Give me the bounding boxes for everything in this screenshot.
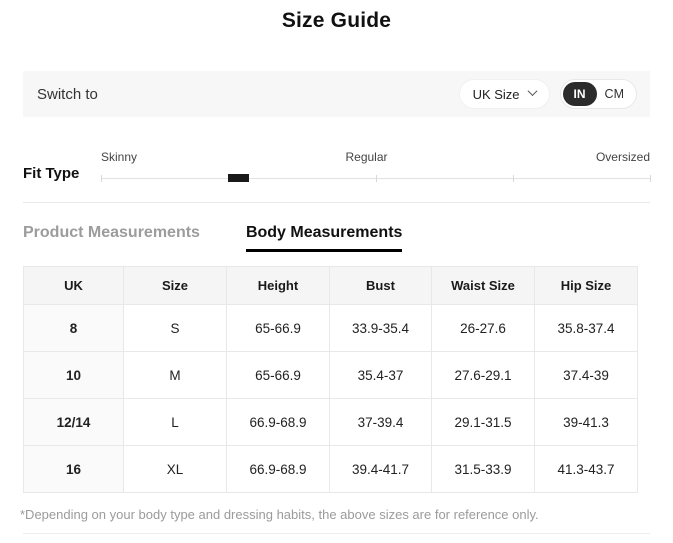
cell-bust: 33.9-35.4 bbox=[329, 304, 432, 352]
cell-size: M bbox=[123, 351, 227, 399]
slider-handle[interactable] bbox=[228, 174, 250, 182]
size-standard-value: UK Size bbox=[472, 86, 520, 102]
size-standard-dropdown[interactable]: UK Size bbox=[458, 79, 550, 109]
slider-tick bbox=[650, 175, 651, 182]
fit-option-regular[interactable]: Regular bbox=[345, 150, 387, 164]
switch-to-label: Switch to bbox=[37, 85, 98, 103]
cell-uk: 10 bbox=[23, 351, 124, 399]
cell-height: 65-66.9 bbox=[226, 351, 330, 399]
cell-waist: 29.1-31.5 bbox=[431, 398, 535, 446]
cell-size: L bbox=[123, 398, 227, 446]
measurement-tabs: Product Measurements Body Measurements bbox=[23, 224, 673, 252]
fit-type-section: Fit Type Skinny Regular Oversized bbox=[23, 150, 651, 183]
cell-hip: 41.3-43.7 bbox=[534, 445, 638, 493]
page-title: Size Guide bbox=[281, 9, 392, 32]
fit-option-oversized[interactable]: Oversized bbox=[596, 150, 650, 164]
cell-size: S bbox=[123, 304, 227, 352]
fit-type-options: Skinny Regular Oversized bbox=[101, 150, 650, 164]
table-row: 16 XL 66.9-68.9 39.4-41.7 31.5-33.9 41.3… bbox=[23, 445, 638, 493]
table-row: 10 M 65-66.9 35.4-37 27.6-29.1 37.4-39 bbox=[23, 351, 638, 399]
cell-bust: 39.4-41.7 bbox=[329, 445, 432, 493]
tab-product-measurements[interactable]: Product Measurements bbox=[23, 224, 200, 252]
table-row: 12/14 L 66.9-68.9 37-39.4 29.1-31.5 39-4… bbox=[23, 398, 638, 446]
cell-size: XL bbox=[123, 445, 227, 493]
cell-hip: 35.8-37.4 bbox=[534, 304, 638, 352]
section-divider bbox=[23, 202, 650, 203]
table-header-row: UK Size Height Bust Waist Size Hip Size bbox=[23, 266, 638, 305]
fit-type-slider: Skinny Regular Oversized bbox=[101, 150, 651, 183]
cell-uk: 16 bbox=[23, 445, 124, 493]
cell-bust: 37-39.4 bbox=[329, 398, 432, 446]
cell-waist: 31.5-33.9 bbox=[431, 445, 535, 493]
column-header-size: Size bbox=[123, 266, 227, 305]
bottom-divider bbox=[23, 533, 650, 534]
unit-option-in[interactable]: IN bbox=[562, 82, 597, 106]
fit-type-label: Fit Type bbox=[23, 165, 80, 182]
slider-tick bbox=[512, 175, 514, 182]
cell-waist: 26-27.6 bbox=[431, 304, 535, 352]
tab-body-measurements[interactable]: Body Measurements bbox=[245, 224, 403, 252]
chevron-down-icon bbox=[527, 86, 537, 97]
slider-tick bbox=[101, 175, 102, 182]
column-header-uk: UK bbox=[23, 266, 124, 305]
cell-height: 66.9-68.9 bbox=[226, 445, 330, 493]
size-table: UK Size Height Bust Waist Size Hip Size … bbox=[23, 266, 638, 493]
cell-bust: 35.4-37 bbox=[329, 351, 432, 399]
table-row: 8 S 65-66.9 33.9-35.4 26-27.6 35.8-37.4 bbox=[23, 304, 638, 352]
unit-option-cm[interactable]: CM bbox=[597, 82, 634, 106]
fit-option-skinny[interactable]: Skinny bbox=[101, 150, 137, 164]
column-header-waist: Waist Size bbox=[431, 266, 535, 305]
column-header-hip: Hip Size bbox=[534, 266, 638, 305]
switch-to-bar: Switch to UK Size IN CM bbox=[23, 71, 650, 117]
column-header-bust: Bust bbox=[329, 266, 432, 305]
unit-toggle: IN CM bbox=[559, 79, 637, 109]
cell-hip: 39-41.3 bbox=[534, 398, 638, 446]
cell-uk: 8 bbox=[23, 304, 124, 352]
fit-type-track[interactable] bbox=[101, 173, 651, 183]
cell-hip: 37.4-39 bbox=[534, 351, 638, 399]
cell-height: 66.9-68.9 bbox=[226, 398, 330, 446]
column-header-height: Height bbox=[226, 266, 330, 305]
cell-height: 65-66.9 bbox=[226, 304, 330, 352]
size-disclaimer: *Depending on your body type and dressin… bbox=[20, 507, 539, 522]
cell-uk: 12/14 bbox=[23, 398, 124, 446]
cell-waist: 27.6-29.1 bbox=[431, 351, 535, 399]
slider-tick bbox=[375, 175, 377, 182]
